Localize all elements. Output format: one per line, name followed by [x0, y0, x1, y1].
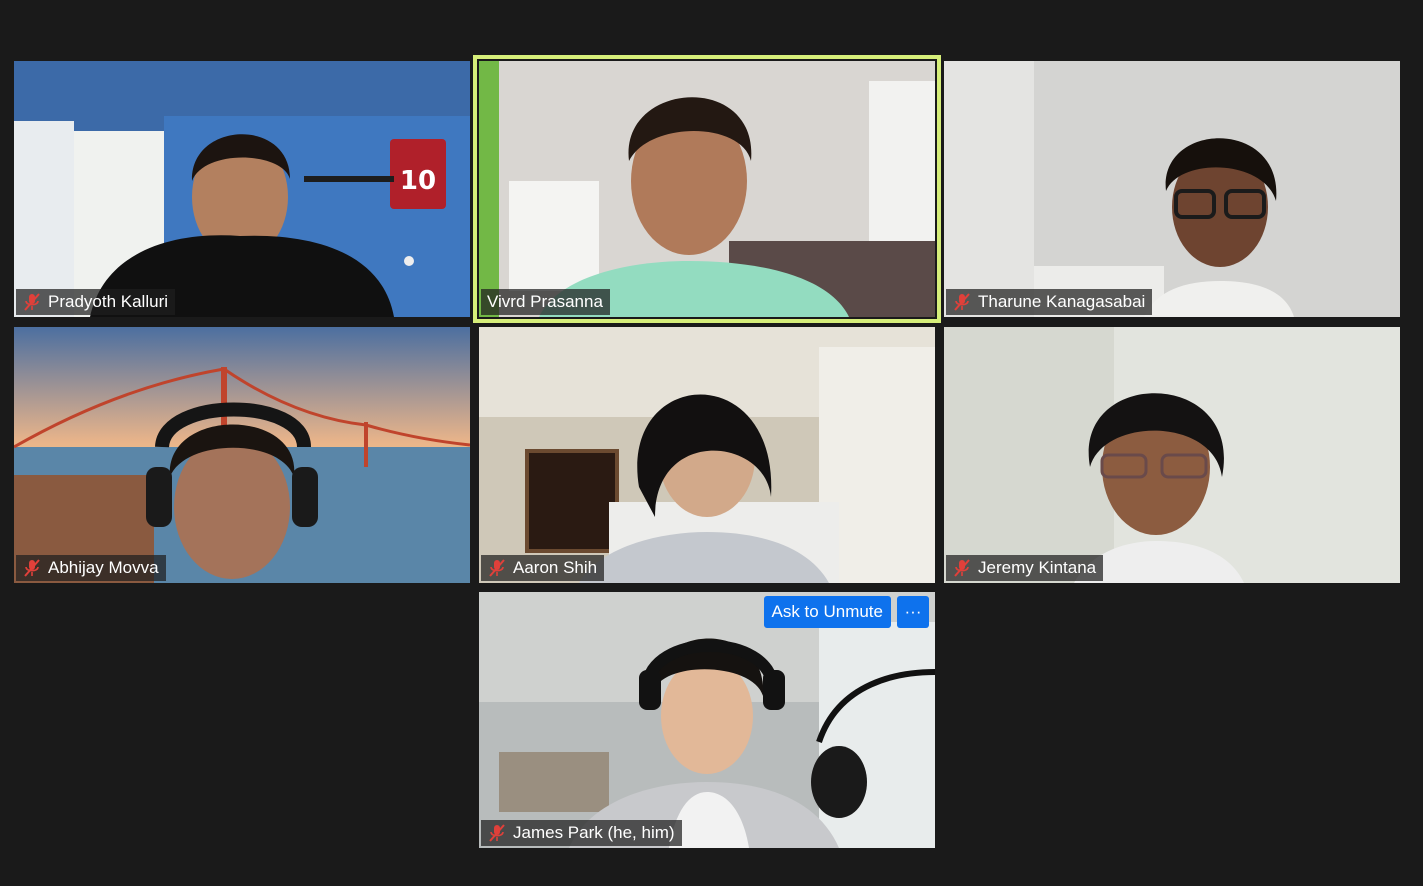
video-tile-james-park[interactable]: Ask to Unmute ··· James Park (he, him) [479, 592, 935, 848]
video-tile-tharune-kanagasabai[interactable]: Tharune Kanagasabai [944, 61, 1400, 317]
muted-mic-icon [954, 559, 970, 577]
participant-name: James Park (he, him) [513, 823, 675, 842]
participant-nametag: Tharune Kanagasabai [946, 289, 1153, 315]
participant-nametag: James Park (he, him) [481, 820, 682, 846]
participant-name: Vivrd Prasanna [487, 292, 603, 311]
video-feed [944, 61, 1400, 317]
video-feed [479, 327, 935, 583]
video-tile-pradyoth-kalluri[interactable]: 10 Pradyoth Kalluri [14, 61, 470, 317]
video-feed [944, 327, 1400, 583]
muted-mic-icon [24, 293, 40, 311]
svg-text:10: 10 [400, 166, 436, 196]
video-feed [479, 61, 935, 317]
video-tile-vivrd-prasanna[interactable]: Vivrd Prasanna [473, 55, 941, 323]
video-tile-aaron-shih[interactable]: Aaron Shih [479, 327, 935, 583]
muted-mic-icon [954, 293, 970, 311]
participant-nametag: Vivrd Prasanna [481, 289, 610, 315]
video-tile-abhijay-movva[interactable]: Abhijay Movva [14, 327, 470, 583]
ask-to-unmute-button[interactable]: Ask to Unmute [763, 596, 891, 628]
participant-name: Tharune Kanagasabai [978, 292, 1146, 311]
video-feed [14, 327, 470, 583]
participant-name: Abhijay Movva [48, 558, 159, 577]
participant-nametag: Abhijay Movva [16, 555, 166, 581]
more-options-button[interactable]: ··· [897, 596, 929, 628]
muted-mic-icon [24, 559, 40, 577]
video-feed [479, 592, 935, 848]
video-tile-jeremy-kintana[interactable]: Jeremy Kintana [944, 327, 1400, 583]
more-icon: ··· [904, 602, 922, 621]
muted-mic-icon [489, 824, 505, 842]
participant-name: Jeremy Kintana [978, 558, 1097, 577]
participant-nametag: Pradyoth Kalluri [16, 289, 176, 315]
participant-nametag: Jeremy Kintana [946, 555, 1104, 581]
muted-mic-icon [489, 559, 505, 577]
participant-nametag: Aaron Shih [481, 555, 605, 581]
participant-name: Pradyoth Kalluri [48, 292, 169, 311]
participant-name: Aaron Shih [513, 558, 598, 577]
video-feed: 10 [14, 61, 470, 317]
